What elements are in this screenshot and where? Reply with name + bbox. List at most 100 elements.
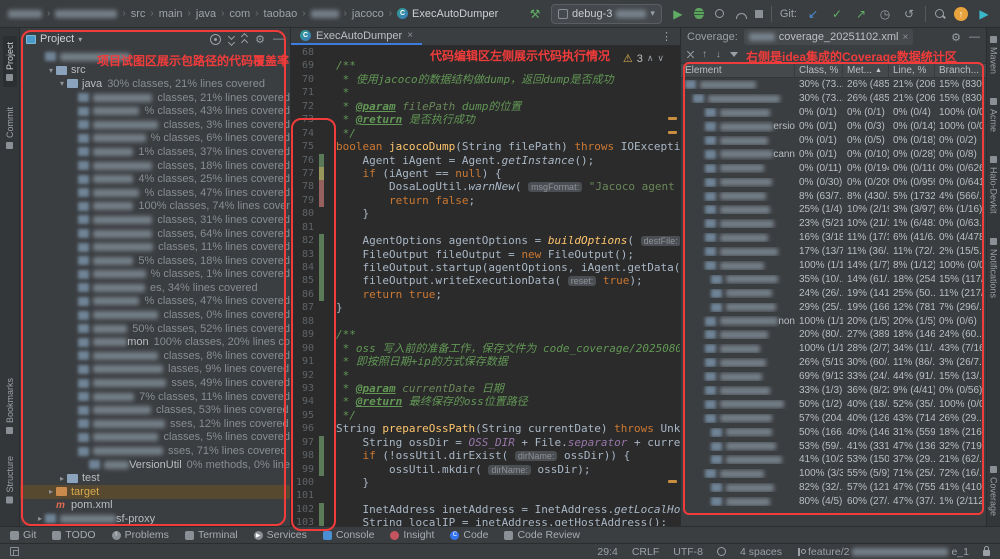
code-line[interactable]: 83 FileOutput fileOutput = new FileOutpu… xyxy=(291,248,680,261)
coverage-column-header[interactable]: Class, % xyxy=(795,64,843,77)
code-line[interactable]: 100 } xyxy=(291,476,680,489)
code-line[interactable]: 89/** xyxy=(291,328,680,341)
hide-panel-icon[interactable]: — xyxy=(273,33,284,45)
project-tree-row[interactable]: % classes, 43% lines covered xyxy=(20,104,290,118)
hide-panel-icon[interactable]: — xyxy=(969,31,980,44)
sidebar-item-halo-devkit[interactable]: Halo-Devkit xyxy=(989,156,999,214)
project-tree-row[interactable]: 1% classes, 37% lines covered xyxy=(20,145,290,159)
collapse-all-icon[interactable] xyxy=(242,34,247,45)
chevron-right-icon[interactable]: ▸ xyxy=(35,514,45,523)
project-tree-row[interactable]: classes, 8% lines covered xyxy=(20,349,290,363)
profiler-button[interactable] xyxy=(736,13,747,19)
coverage-table-row[interactable]: 0% (0/30)0% (0/209)0% (0/959)0% (0/641) xyxy=(681,175,986,189)
chevron-down-icon[interactable]: ▾ xyxy=(57,79,67,88)
code-line[interactable]: 77 if (iAgent == null) { xyxy=(291,167,680,180)
code-viewport[interactable]: 6869/**70 * 使用jacoco的数据结构做dump，返回dump是否成… xyxy=(291,46,680,526)
project-tree-row[interactable]: classes, 5% lines covered xyxy=(20,431,290,445)
toolwindow-button-review[interactable]: Code Review xyxy=(504,529,579,541)
project-tree-row[interactable]: % classes, 47% lines covered xyxy=(20,186,290,200)
search-everywhere-icon[interactable] xyxy=(934,8,946,20)
project-tree-row[interactable]: classes, 0% lines covered xyxy=(20,308,290,322)
toolwindow-button-console[interactable]: Console xyxy=(323,529,375,541)
project-tree-row[interactable]: % classes, 6% lines covered xyxy=(20,132,290,146)
coverage-table-row[interactable]: 50% (166...40% (146...31% (559...18% (21… xyxy=(681,425,986,439)
toolwindow-button-insight[interactable]: Insight xyxy=(390,529,434,541)
navigate-up-icon[interactable]: ↑ xyxy=(702,49,707,60)
line-separator[interactable]: CRLF xyxy=(632,546,659,558)
chevron-down-icon[interactable]: ▾ xyxy=(78,35,82,44)
code-line[interactable]: 97 String ossDir = OSS_DIR + File.separa… xyxy=(291,436,680,449)
code-line[interactable]: 88 xyxy=(291,315,680,328)
coverage-table-row[interactable]: 0% (0/1)0% (0/5)0% (0/18)0% (0/2) xyxy=(681,134,986,148)
coverage-table-row[interactable]: 30% (73...26% (485...21% (206...15% (830… xyxy=(681,92,986,106)
breadcrumb-item[interactable]: src xyxy=(131,8,146,20)
memory-indicator-icon[interactable] xyxy=(717,547,726,556)
toolwindow-button-code[interactable]: CCode xyxy=(450,529,488,541)
breadcrumb-item[interactable]: com xyxy=(229,8,250,20)
toolwindow-button-git[interactable]: Git xyxy=(10,529,36,541)
code-line[interactable]: 75boolean jacocoDump(String filePath) th… xyxy=(291,140,680,153)
code-line[interactable]: 76 Agent iAgent = Agent.getInstance(); xyxy=(291,154,680,167)
coverage-table-row[interactable]: 20% (80/...27% (389...18% (146...24% (60… xyxy=(681,328,986,342)
coverage-table-row[interactable]: 80% (4/5)60% (27/...47% (37/...1% (2/112… xyxy=(681,495,986,509)
stop-button[interactable] xyxy=(755,10,763,18)
rollback-button[interactable]: ↺ xyxy=(901,5,917,23)
indent-setting[interactable]: 4 spaces xyxy=(740,546,782,558)
code-line[interactable]: 90 * oss 写入前的准备工作，保存文件为 code_coverage/20… xyxy=(291,342,680,355)
panel-settings-gear-icon[interactable]: ⚙ xyxy=(255,33,265,46)
coverage-table-row[interactable]: 50% (1/2)40% (18/...52% (35/...100% (0/0… xyxy=(681,397,986,411)
code-line[interactable]: 74 */ xyxy=(291,127,680,140)
chevron-down-icon[interactable]: ▾ xyxy=(46,66,56,75)
code-line[interactable]: 95 */ xyxy=(291,409,680,422)
code-line[interactable]: 98 if (!ossUtil.dirExist( dirName: ossDi… xyxy=(291,449,680,462)
ide-update-badge[interactable]: ↑ xyxy=(954,7,968,21)
coverage-table-row[interactable]: ersio0% (0/1)0% (0/3)0% (0/14)100% (0/0) xyxy=(681,120,986,134)
project-tree-row[interactable]: 50% classes, 52% lines covered xyxy=(20,322,290,336)
code-line[interactable]: 103 String localIP = inetAddress.getHost… xyxy=(291,516,680,526)
coverage-column-header[interactable]: Met...▲ xyxy=(843,64,889,77)
project-tree-row[interactable]: ▸test xyxy=(20,471,290,485)
code-line[interactable]: 82 AgentOptions agentOptions = buildOpti… xyxy=(291,234,680,247)
coverage-table-row[interactable]: 33% (1/3)36% (8/22)9% (4/41)0% (0/56) xyxy=(681,384,986,398)
editor-options-kebab-icon[interactable]: ⋮ xyxy=(661,30,680,43)
plugin-play-icon[interactable]: ▶ xyxy=(976,5,992,23)
sidebar-item-commit[interactable]: Commit xyxy=(5,107,15,149)
project-tree-row[interactable]: classes, 64% lines covered xyxy=(20,227,290,241)
project-tree-row[interactable]: 4% classes, 25% lines covered xyxy=(20,172,290,186)
coverage-table-row[interactable]: 25% (1/4)10% (2/19)3% (3/97)6% (1/16) xyxy=(681,203,986,217)
navigate-down-icon[interactable]: ↑ xyxy=(716,49,721,60)
chevron-right-icon[interactable]: ▸ xyxy=(57,474,67,483)
coverage-table-row[interactable]: non100% (1/1)20% (1/5)20% (1/5)0% (0/6) xyxy=(681,314,986,328)
next-issue-icon[interactable]: ∨ xyxy=(657,53,664,64)
project-tree-row[interactable]: % classes, 1% lines covered xyxy=(20,268,290,282)
project-tree-row[interactable]: lasses, 9% lines covered xyxy=(20,363,290,377)
sidebar-item-coverage[interactable]: Coverage xyxy=(989,466,999,516)
project-tree-row[interactable]: classes, 18% lines covered xyxy=(20,159,290,173)
breadcrumb-item[interactable]: jacoco xyxy=(352,8,384,20)
project-tree-row[interactable]: VersionUtil0% methods, 0% line xyxy=(20,458,290,472)
build-hammer-icon[interactable]: ⚒ xyxy=(527,5,543,23)
git-commit-button[interactable]: ✓ xyxy=(829,5,845,23)
project-tree-row[interactable]: classes, 21% lines covered xyxy=(20,91,290,105)
coverage-table-row[interactable]: cann0% (0/1)0% (0/10)0% (0/28)0% (0/8) xyxy=(681,147,986,161)
coverage-table-row[interactable]: 8% (63/7...8% (430/...5% (1732...4% (566… xyxy=(681,189,986,203)
project-tree-row[interactable]: mpom.xml xyxy=(20,499,290,513)
project-tree-row[interactable]: ▾java30% classes, 21% lines covered xyxy=(20,77,290,91)
coverage-table-row[interactable]: 100% (1/1)28% (2/7)34% (11/...43% (7/16) xyxy=(681,342,986,356)
coverage-table-row[interactable]: 69% (9/13)33% (24/...44% (91/...15% (13/… xyxy=(681,370,986,384)
coverage-table-row[interactable]: 35% (10/...14% (61/...18% (254...15% (11… xyxy=(681,272,986,286)
code-line[interactable]: 79 return false; xyxy=(291,194,680,207)
sidebar-item-maven[interactable]: Maven xyxy=(989,36,999,74)
toolwindow-button-problems[interactable]: !Problems xyxy=(112,529,169,541)
coverage-table-row[interactable]: 30% (73...26% (485...21% (206...15% (830… xyxy=(681,78,986,92)
coverage-table-row[interactable]: 57% (204...40% (126...43% (714...26% (29… xyxy=(681,411,986,425)
code-line[interactable]: 93 * @param currentDate 日期 xyxy=(291,382,680,395)
project-panel-title[interactable]: Project xyxy=(40,33,74,45)
git-branch-widget[interactable]: feature/2 e_1 xyxy=(796,546,969,558)
coverage-table-row[interactable]: 29% (25/...19% (166...12% (781/...7% (29… xyxy=(681,300,986,314)
locate-file-icon[interactable] xyxy=(210,34,221,45)
coverage-table-row[interactable]: 0% (0/1)0% (0/1)0% (0/4)100% (0/0) xyxy=(681,106,986,120)
code-line[interactable]: 92 * xyxy=(291,369,680,382)
breadcrumb-item[interactable]: main xyxy=(159,8,183,20)
project-tree-row[interactable]: 5% classes, 18% lines covered xyxy=(20,254,290,268)
